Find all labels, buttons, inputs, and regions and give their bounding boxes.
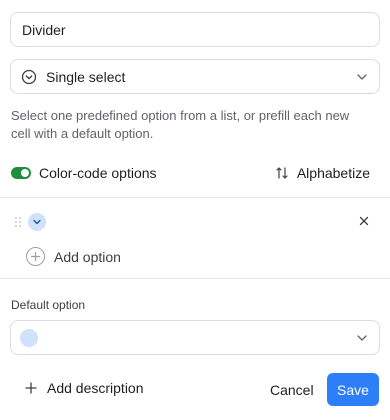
default-option-select[interactable]	[10, 320, 380, 355]
field-type-select[interactable]: Single select	[10, 59, 380, 94]
field-type-label: Single select	[46, 68, 126, 85]
field-name-input[interactable]: Divider	[10, 12, 380, 47]
option-color-picker[interactable]	[28, 213, 46, 231]
color-code-label: Color-code options	[39, 165, 157, 181]
color-code-row: Color-code options Alphabetize	[11, 162, 371, 184]
field-name-value[interactable]: Divider	[22, 22, 66, 38]
field-type-description: Select one predefined option from a list…	[11, 108, 350, 141]
default-option-color	[20, 328, 38, 347]
color-code-toggle[interactable]	[11, 167, 31, 179]
add-option-label: Add option	[54, 248, 121, 265]
chevron-down-icon	[33, 219, 41, 225]
add-description-label: Add description	[47, 380, 144, 396]
plus-icon	[26, 247, 45, 266]
chevron-down-icon	[355, 70, 369, 84]
cancel-button[interactable]: Cancel	[270, 382, 314, 398]
divider	[0, 278, 390, 279]
drag-handle-icon[interactable]	[14, 216, 22, 228]
chevron-down-icon	[355, 331, 369, 345]
default-option-label: Default option	[11, 298, 86, 312]
option-row	[14, 211, 380, 233]
footer: Add description Cancel Save	[0, 373, 390, 406]
add-description-button[interactable]: Add description	[25, 380, 144, 396]
plus-icon	[25, 382, 37, 394]
sort-icon	[275, 166, 289, 180]
add-option-button[interactable]: Add option	[26, 247, 121, 266]
divider	[0, 197, 390, 198]
close-icon[interactable]	[358, 215, 370, 227]
alphabetize-button[interactable]: Alphabetize	[275, 165, 370, 181]
alphabetize-label: Alphabetize	[296, 165, 370, 181]
chevron-circle-icon	[21, 69, 37, 85]
save-button[interactable]: Save	[327, 373, 379, 406]
